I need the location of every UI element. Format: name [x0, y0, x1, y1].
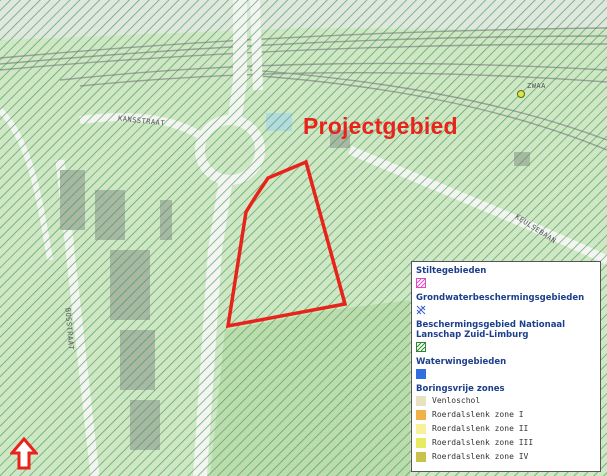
- marker-point[interactable]: [517, 90, 525, 98]
- legend-row-zone-3: Roerdalslenk zone III: [416, 436, 596, 450]
- legend-label-waterwingebieden: Waterwingebieden: [416, 357, 507, 367]
- legend-row-zone-1: Roerdalslenk zone I: [416, 408, 596, 422]
- legend-item-label: Roerdalslenk zone II: [432, 424, 529, 433]
- legend-swatch: [416, 424, 426, 434]
- pink-hatch-icon: [416, 278, 426, 288]
- map-legend: Stiltegebieden Grondwaterbeschermingsgeb…: [411, 261, 601, 472]
- green-hatch-icon: [416, 342, 426, 352]
- legend-label-nationaal-landschap: Beschermingsgebied Nationaal Lanschap Zu…: [416, 320, 566, 340]
- legend-item-label: Roerdalslenk zone I: [432, 410, 524, 419]
- project-area-title: Projectgebied: [303, 113, 458, 139]
- legend-swatch: [416, 410, 426, 420]
- legend-row-zone-4: Roerdalslenk zone IV: [416, 450, 596, 464]
- blue-cross-icon: [416, 305, 426, 315]
- legend-item-label: Roerdalslenk zone IV: [432, 452, 529, 461]
- blue-fill-icon: [416, 369, 426, 379]
- legend-swatch: [416, 452, 426, 462]
- legend-row-venloschol: Venloschol: [416, 394, 596, 408]
- legend-label-grondwater: Grondwaterbeschermingsgebieden: [416, 293, 585, 303]
- north-arrow-icon: [10, 437, 38, 470]
- legend-swatch: [416, 396, 426, 406]
- legend-item-label: Roerdalslenk zone III: [432, 438, 534, 447]
- street-label-topright: ZWAA: [527, 82, 546, 90]
- legend-row-zone-2: Roerdalslenk zone II: [416, 422, 596, 436]
- legend-swatch: [416, 438, 426, 448]
- legend-item-label: Venloschol: [432, 396, 481, 405]
- map-view[interactable]: KANSSTRAAT BOSSTRAAT KEULSEBAAN ZWAA Pro…: [0, 0, 607, 476]
- legend-label-stiltegebieden: Stiltegebieden: [416, 266, 487, 276]
- legend-label-boringsvrije: Boringsvrije zones: [416, 384, 505, 394]
